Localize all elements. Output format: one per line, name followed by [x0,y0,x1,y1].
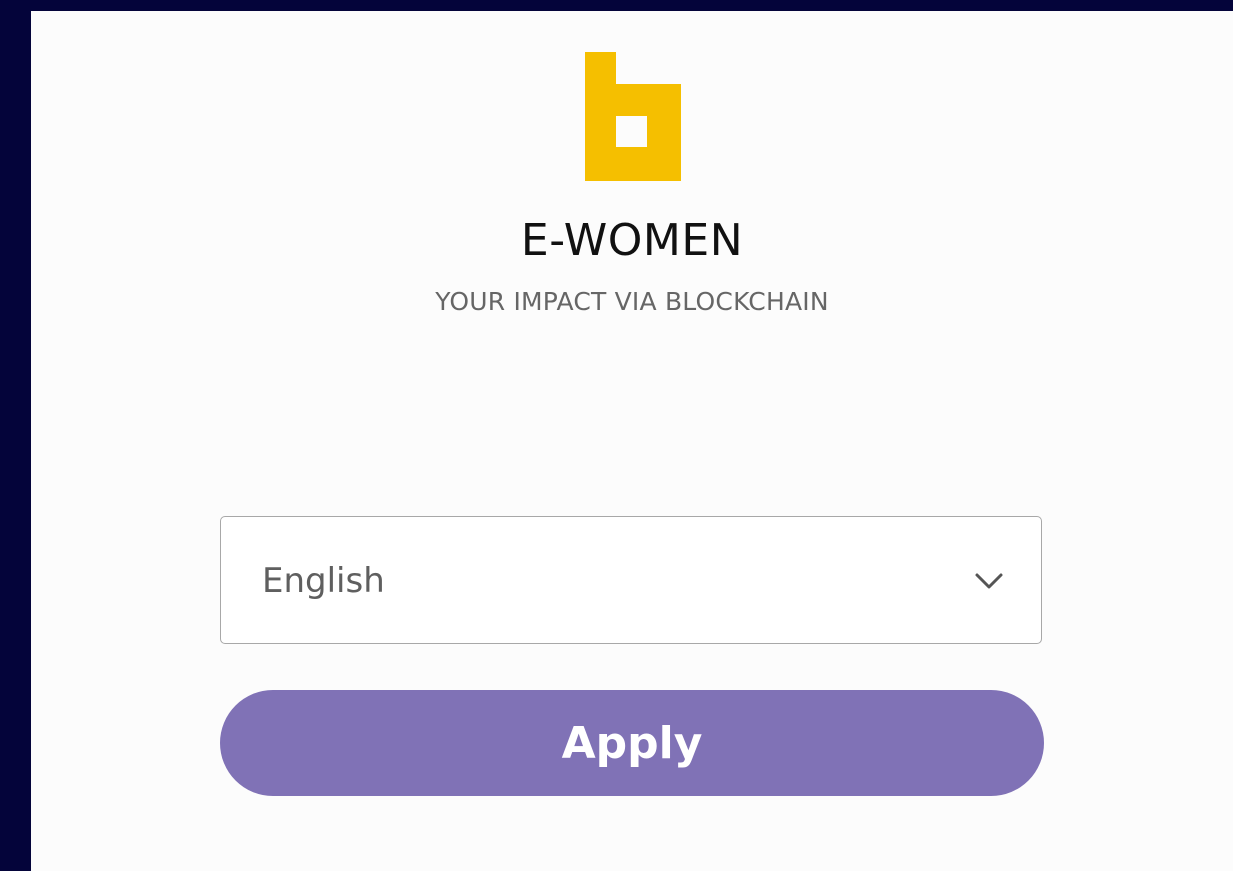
chevron-down-icon [974,571,1004,591]
e-women-logo-icon [585,52,681,181]
app-subtitle: YOUR IMPACT VIA BLOCKCHAIN [435,287,829,316]
language-select[interactable]: English [220,516,1042,644]
app-title: E-WOMEN [520,215,744,266]
language-select-value: English [262,561,385,601]
app-window: E-WOMEN YOUR IMPACT VIA BLOCKCHAIN Engli… [31,11,1233,871]
apply-button[interactable]: Apply [220,690,1044,796]
